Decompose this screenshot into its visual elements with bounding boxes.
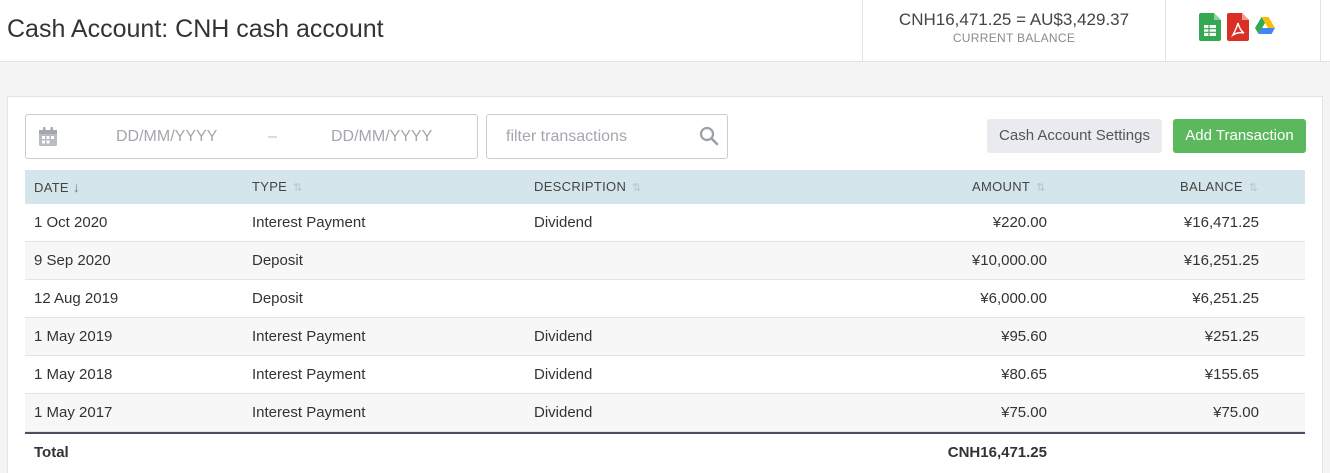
sort-descending-icon: ↓ — [72, 179, 81, 195]
filter-transactions-input[interactable]: filter transactions — [486, 114, 728, 159]
total-label: Total — [34, 444, 69, 461]
table-row[interactable]: 1 May 2017 Interest Payment Dividend ¥75… — [25, 394, 1305, 432]
date-to-input[interactable]: DD/MM/YYYY — [331, 128, 432, 146]
sort-icon: ⇅ — [1036, 182, 1046, 194]
table-row[interactable]: 1 Oct 2020 Interest Payment Dividend ¥22… — [25, 204, 1305, 242]
current-balance-amount: CNH16,471.25 = AU$3,429.37 — [898, 10, 1130, 29]
calendar-icon — [39, 127, 57, 151]
cell-amount: ¥6,000.00 — [980, 290, 1047, 307]
total-amount: CNH16,471.25 — [947, 444, 1047, 461]
sort-icon: ⇅ — [632, 182, 642, 194]
current-balance-label: CURRENT BALANCE — [952, 31, 1076, 45]
header-divider — [1320, 0, 1321, 61]
cell-type: Interest Payment — [252, 404, 366, 421]
cell-amount: ¥95.60 — [1001, 328, 1047, 345]
google-drive-icon[interactable] — [1255, 17, 1275, 40]
cell-date: 12 Aug 2019 — [34, 290, 119, 307]
cell-date: 9 Sep 2020 — [34, 252, 111, 269]
transactions-table: DATE ↓ TYPE ⇅ DESCRIPTION ⇅ AMOUNT ⇅ BALANCE… — [25, 170, 1305, 470]
table-total-row: Total CNH16,471.25 — [25, 432, 1305, 470]
cell-date: 1 May 2019 — [34, 328, 113, 345]
cell-balance: ¥16,471.25 — [1183, 214, 1259, 231]
column-header-description[interactable]: DESCRIPTION ⇅ — [534, 170, 642, 204]
cell-balance: ¥155.65 — [1204, 366, 1259, 383]
google-sheets-icon[interactable] — [1199, 13, 1221, 46]
cash-account-settings-button[interactable]: Cash Account Settings — [987, 119, 1162, 153]
column-header-balance[interactable]: BALANCE ⇅ — [1180, 170, 1258, 204]
table-row[interactable]: 9 Sep 2020 Deposit ¥10,000.00 ¥16,251.25 — [25, 242, 1305, 280]
cell-description: Dividend — [534, 404, 593, 421]
pdf-icon[interactable] — [1227, 13, 1249, 46]
transactions-card: DD/MM/YYYY – DD/MM/YYYY filter transacti… — [7, 96, 1323, 473]
column-header-type[interactable]: TYPE ⇅ — [252, 170, 303, 204]
page-title: Cash Account: CNH cash account — [7, 15, 384, 43]
cell-date: 1 May 2017 — [34, 404, 113, 421]
current-balance-panel: CNH16,471.25 = AU$3,429.37 CURRENT BALAN… — [862, 0, 1166, 61]
cell-balance: ¥16,251.25 — [1183, 252, 1259, 269]
filter-placeholder: filter transactions — [506, 128, 627, 145]
cell-amount: ¥75.00 — [1001, 404, 1047, 421]
cell-type: Interest Payment — [252, 328, 366, 345]
cell-type: Interest Payment — [252, 366, 366, 383]
search-icon[interactable] — [699, 126, 719, 151]
date-from-input[interactable]: DD/MM/YYYY — [116, 128, 217, 146]
column-header-amount[interactable]: AMOUNT ⇅ — [972, 170, 1046, 204]
cell-date: 1 May 2018 — [34, 366, 113, 383]
sort-icon: ⇅ — [1248, 182, 1259, 194]
cell-date: 1 Oct 2020 — [34, 214, 108, 231]
sort-icon: ⇅ — [293, 182, 303, 194]
cell-amount: ¥10,000.00 — [971, 252, 1047, 269]
cell-description: Dividend — [534, 214, 593, 231]
cell-balance: ¥251.25 — [1204, 328, 1259, 345]
add-transaction-button[interactable]: Add Transaction — [1173, 119, 1306, 153]
column-header-date[interactable]: DATE ↓ — [34, 170, 80, 204]
date-range-picker[interactable]: DD/MM/YYYY – DD/MM/YYYY — [25, 114, 478, 159]
table-row[interactable]: 12 Aug 2019 Deposit ¥6,000.00 ¥6,251.25 — [25, 280, 1305, 318]
page-header: Cash Account: CNH cash account CNH16,471… — [0, 0, 1330, 62]
cell-type: Deposit — [252, 290, 303, 307]
date-range-separator: – — [268, 128, 277, 145]
table-header: DATE ↓ TYPE ⇅ DESCRIPTION ⇅ AMOUNT ⇅ BALANCE… — [25, 170, 1305, 204]
cell-balance: ¥75.00 — [1213, 404, 1259, 421]
cell-type: Deposit — [252, 252, 303, 269]
table-row[interactable]: 1 May 2019 Interest Payment Dividend ¥95… — [25, 318, 1305, 356]
cell-type: Interest Payment — [252, 214, 366, 231]
table-row[interactable]: 1 May 2018 Interest Payment Dividend ¥80… — [25, 356, 1305, 394]
cell-amount: ¥220.00 — [992, 214, 1047, 231]
cell-amount: ¥80.65 — [1001, 366, 1047, 383]
cell-description: Dividend — [534, 328, 593, 345]
cell-description: Dividend — [534, 366, 593, 383]
cell-balance: ¥6,251.25 — [1192, 290, 1259, 307]
